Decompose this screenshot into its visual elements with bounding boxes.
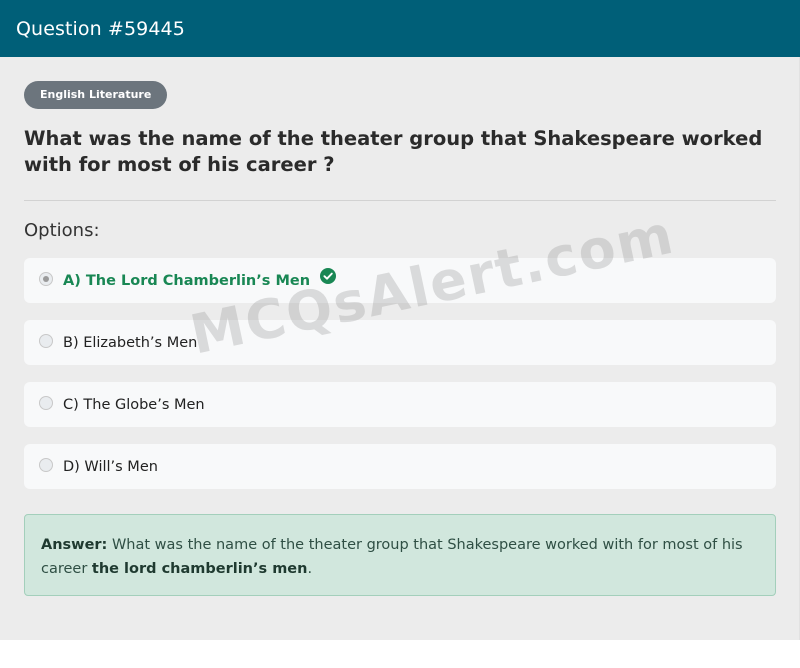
check-circle-icon	[320, 268, 337, 291]
option-b[interactable]: B) Elizabeth’s Men	[24, 320, 776, 365]
question-header: Question #59445	[0, 0, 800, 57]
option-a-text: A) The Lord Chamberlin’s Men	[63, 273, 311, 289]
divider	[24, 200, 776, 201]
question-number: Question #59445	[16, 18, 185, 40]
option-d[interactable]: D) Will’s Men	[24, 444, 776, 489]
options-heading: Options:	[24, 220, 100, 241]
option-c[interactable]: C) The Globe’s Men	[24, 382, 776, 427]
option-a[interactable]: A) The Lord Chamberlin’s Men	[24, 258, 776, 303]
option-c-label: C) The Globe’s Men	[63, 397, 205, 413]
option-c-radio[interactable]	[39, 396, 53, 410]
answer-label: Answer:	[41, 537, 108, 553]
option-b-label: B) Elizabeth’s Men	[63, 335, 198, 351]
option-a-label: A) The Lord Chamberlin’s Men	[63, 268, 337, 292]
answer-suffix: .	[307, 561, 313, 577]
option-d-label: D) Will’s Men	[63, 459, 158, 475]
answer-value: the lord chamberlin’s men	[91, 561, 308, 577]
answer-explanation: Answer: What was the name of the theater…	[41, 533, 756, 581]
option-d-radio[interactable]	[39, 458, 53, 472]
question-text: What was the name of the theater group t…	[24, 127, 763, 176]
answer-box: Answer: What was the name of the theater…	[24, 514, 776, 596]
option-a-radio[interactable]	[39, 272, 53, 286]
option-b-radio[interactable]	[39, 334, 53, 348]
category-badge[interactable]: English Literature	[24, 81, 168, 109]
question-card: Question #59445 English Literature What …	[0, 0, 800, 640]
